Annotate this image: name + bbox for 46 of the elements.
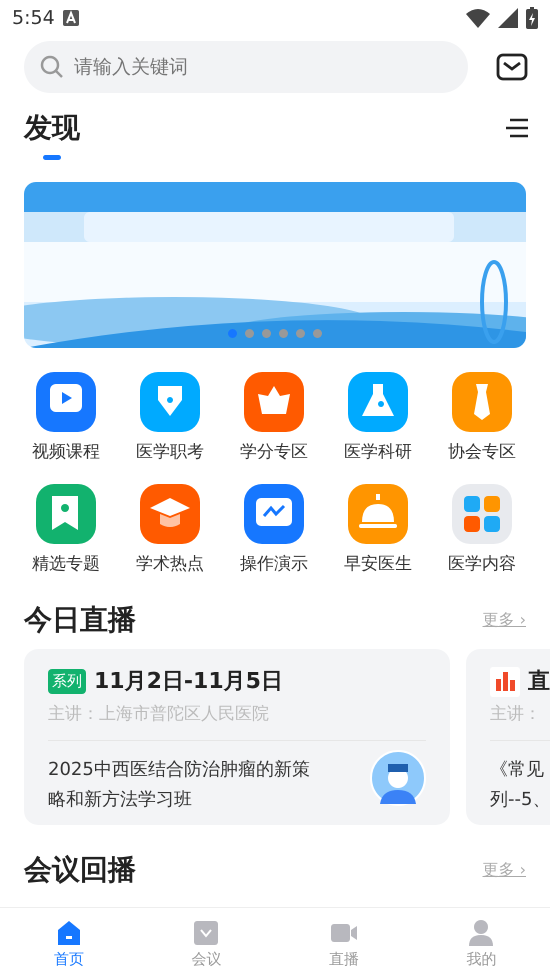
category-label[interactable]: 学分专区 <box>240 440 308 466</box>
tab-underline <box>43 155 61 160</box>
speaker-text: 主讲： <box>490 702 550 740</box>
wifi-icon <box>466 8 490 28</box>
graduation-cap-icon[interactable] <box>140 484 200 544</box>
category-label[interactable]: 医学科研 <box>344 440 412 466</box>
live-card[interactable]: 直 主讲： 《常见 列--5、 <box>466 649 550 825</box>
avatar-icon <box>370 750 426 806</box>
battery-icon <box>526 7 538 29</box>
search-field[interactable]: 请输入关键词 <box>24 41 468 93</box>
pen-nib-icon[interactable] <box>140 372 200 432</box>
tie-icon[interactable] <box>452 372 512 432</box>
description-text: 《常见 <box>490 758 545 782</box>
flask-icon[interactable] <box>348 372 408 432</box>
description-text: 列--5、 <box>490 788 550 812</box>
card-title: 直 <box>528 668 550 696</box>
description-text: 略和新方法学习班 <box>48 788 193 812</box>
category-label[interactable]: 早安医生 <box>344 552 412 577</box>
signal-icon <box>498 8 518 28</box>
category-label[interactable]: 操作演示 <box>240 552 308 577</box>
bookmark-icon[interactable] <box>36 484 96 544</box>
service-bell-icon[interactable] <box>348 484 408 544</box>
category-label[interactable]: 视频课程 <box>32 440 100 466</box>
section-title: 今日直播 <box>24 602 136 638</box>
description-text: 2025中西医结合防治肿瘤的新策 <box>48 758 310 782</box>
status-time: 5:54 <box>12 6 55 31</box>
mail-icon[interactable] <box>496 53 528 81</box>
category-label[interactable]: 精选专题 <box>32 552 100 577</box>
card-title: 11月2日-11月5日 <box>94 668 283 696</box>
video-icon[interactable] <box>36 372 96 432</box>
app-grid-icon[interactable] <box>452 484 512 544</box>
category-label[interactable]: 协会专区 <box>448 440 516 466</box>
category-label[interactable]: 医学内容 <box>448 552 516 577</box>
notification-icon <box>62 10 79 26</box>
presentation-icon[interactable] <box>244 484 304 544</box>
bar-chart-icon <box>490 666 520 696</box>
page-title: 发现 <box>24 110 80 146</box>
menu-icon[interactable] <box>504 118 528 138</box>
category-label[interactable]: 医学职考 <box>136 440 204 466</box>
speaker-text: 主讲：上海市普陀区人民医院 <box>48 702 426 740</box>
crown-icon[interactable] <box>244 372 304 432</box>
live-card[interactable]: 系列 11月2日-11月5日 主讲：上海市普陀区人民医院 2025中西医结合防治肿瘤的新策 略和新方法学习班 <box>24 649 450 825</box>
series-tag: 系列 <box>48 669 86 694</box>
section-title: 会议回播 <box>24 852 136 888</box>
category-label[interactable]: 学术热点 <box>136 552 204 577</box>
nav-tab[interactable]: 首页 <box>0 908 138 979</box>
